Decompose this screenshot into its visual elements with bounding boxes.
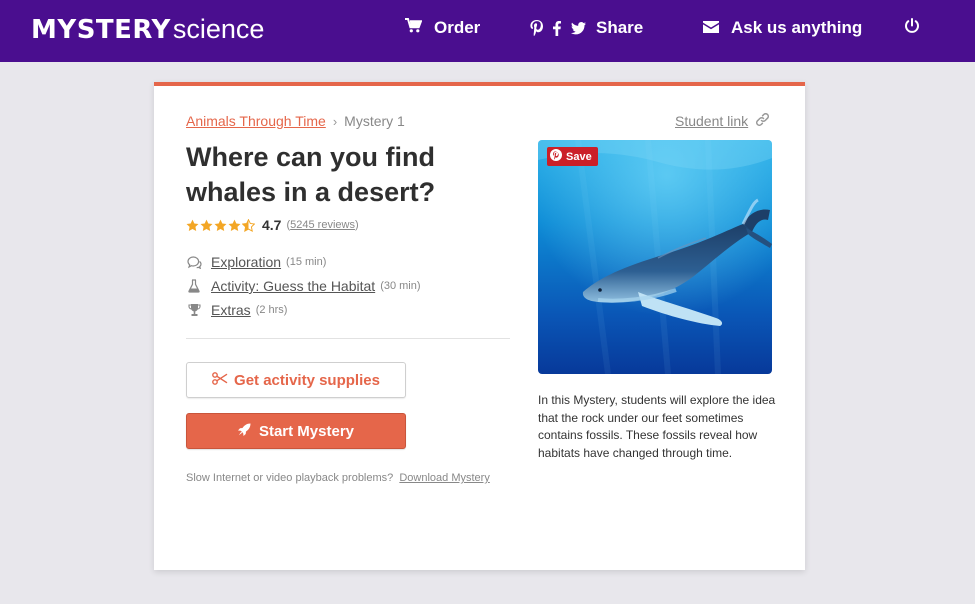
section-link[interactable]: Activity: Guess the Habitat (211, 278, 375, 294)
star-icon (186, 219, 199, 231)
start-mystery-label: Start Mystery (258, 422, 355, 440)
flask-icon (186, 278, 202, 294)
section-link[interactable]: Exploration (211, 254, 281, 270)
divider (186, 338, 510, 339)
mystery-science-logo[interactable]: MYSTERY science (31, 14, 265, 45)
pinterest-save-button[interactable]: Save (547, 147, 598, 166)
save-label: Save (566, 150, 592, 163)
section-link[interactable]: Extras (211, 302, 251, 318)
logo-wordmark-bold: MYSTERY (31, 15, 171, 45)
star-rating (186, 218, 256, 232)
mystery-description: In this Mystery, students will explore t… (538, 393, 776, 460)
rocket-icon (237, 423, 259, 440)
slow-internet-note: Slow Internet or video playback problems… (186, 472, 490, 484)
ask-label: Ask us anything (731, 18, 863, 37)
humpback-whale-illustration (538, 140, 772, 374)
section-activity: Activity: Guess the Habitat (30 min) (186, 274, 421, 298)
logo-wordmark-light: science (172, 14, 265, 44)
mystery-card: Animals Through Time › Mystery 1 Student… (154, 82, 805, 570)
download-mystery-link[interactable]: Download Mystery (399, 472, 489, 484)
star-icon (200, 219, 213, 231)
mystery-title: Where can you find whales in a desert? (186, 142, 436, 207)
section-duration: (30 min) (380, 280, 421, 292)
start-mystery-button[interactable]: Start Mystery (186, 413, 406, 449)
half-star-icon (242, 218, 255, 232)
logout-button[interactable] (904, 17, 920, 39)
section-duration: (2 hrs) (255, 304, 288, 316)
ask-us-anything-link[interactable]: Ask us anything (703, 17, 862, 39)
section-exploration: Exploration (15 min) (186, 250, 421, 274)
section-extras: Extras (2 hrs) (186, 298, 421, 322)
student-link-label: Student link (675, 113, 749, 129)
star-icon (214, 219, 227, 231)
rating-value: 4.7 (262, 217, 282, 233)
star-icon (228, 219, 241, 231)
reviews-paren-close: ) (354, 219, 359, 231)
chevron-right-icon: › (332, 113, 338, 129)
breadcrumb-unit-link[interactable]: Animals Through Time (186, 113, 326, 129)
power-icon (904, 17, 920, 39)
pinterest-icon[interactable] (530, 20, 543, 36)
mystery-sections: Exploration (15 min) Activity: Guess the… (186, 250, 421, 322)
share-nav-link[interactable]: Share (530, 17, 643, 39)
section-duration: (15 min) (286, 256, 327, 268)
breadcrumb-current: Mystery 1 (344, 113, 405, 129)
whale-image: Save (538, 140, 772, 374)
slow-note-text: Slow Internet or video playback problems… (186, 472, 394, 484)
link-icon (748, 113, 770, 129)
rating: 4.7 (5245 reviews) (186, 217, 359, 233)
facebook-icon[interactable] (553, 20, 561, 36)
envelope-icon (703, 18, 719, 38)
breadcrumb: Animals Through Time › Mystery 1 (186, 113, 405, 129)
twitter-icon[interactable] (571, 21, 586, 35)
scissors-icon (212, 371, 234, 389)
cart-icon (405, 18, 423, 38)
supplies-label: Get activity supplies (234, 371, 380, 389)
order-nav-link[interactable]: Order (405, 17, 480, 39)
order-label: Order (434, 18, 481, 37)
share-label: Share (596, 18, 644, 37)
speech-bubbles-icon (186, 254, 202, 270)
review-count-link[interactable]: 5245 reviews (290, 219, 355, 231)
get-activity-supplies-button[interactable]: Get activity supplies (186, 362, 406, 398)
top-navigation-bar: MYSTERY science Order Share Ask us anyth… (0, 0, 975, 62)
pinterest-icon (550, 149, 566, 164)
trophy-icon (186, 302, 202, 318)
student-link[interactable]: Student link (675, 113, 770, 129)
